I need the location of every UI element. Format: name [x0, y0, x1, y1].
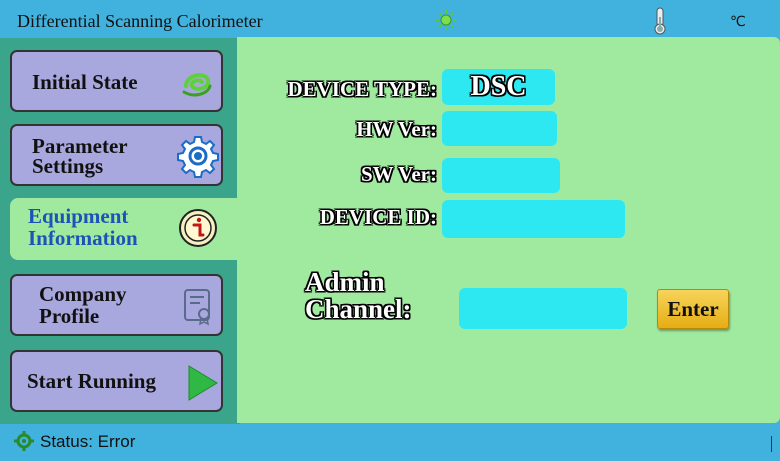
sidebar-item-label: Settings: [32, 154, 104, 178]
thermometer-icon: [654, 7, 666, 35]
gear-icon: [177, 136, 219, 178]
sidebar-item-label: Start Running: [27, 369, 156, 393]
sidebar-item-label: Company: [39, 282, 127, 306]
title-bar: Differential Scanning Calorimeter ℃: [0, 0, 780, 38]
sidebar-item-label: Information: [28, 226, 138, 250]
sidebar-item-company-profile[interactable]: Company Profile: [10, 274, 223, 336]
status-text: Status: Error: [40, 432, 136, 451]
device-id-field: [442, 200, 625, 238]
sw-version-field: [442, 158, 560, 193]
sidebar-item-label: Initial State: [32, 70, 138, 94]
device-type-field: DSC: [442, 69, 555, 105]
swirl-icon: [182, 73, 212, 97]
sidebar-item-parameter-settings[interactable]: Parameter Settings: [10, 124, 223, 186]
info-icon: [179, 209, 217, 247]
sun-icon: [436, 10, 456, 30]
admin-channel-label-line2: Channel:: [305, 294, 412, 324]
status-bar: Status: Error: [0, 424, 780, 461]
sidebar-item-initial-state[interactable]: Initial State: [10, 50, 223, 112]
device-type-value: DSC: [470, 71, 527, 102]
device-id-label: DEVICE ID:: [319, 205, 437, 229]
gear-icon: [14, 431, 34, 451]
hw-version-field: [442, 111, 557, 146]
equipment-info-panel: DEVICE TYPE: DSC HW Ver: SW Ver: DEVICE …: [237, 37, 780, 423]
play-icon: [188, 365, 218, 401]
enter-button[interactable]: Enter: [657, 289, 729, 329]
sidebar-item-label: Parameter: [32, 134, 128, 158]
admin-channel-input[interactable]: [459, 288, 627, 329]
sidebar-item-equipment-information[interactable]: Equipment Information: [10, 198, 240, 260]
sidebar-item-label: Equipment: [28, 204, 129, 228]
hw-version-label: HW Ver:: [356, 117, 437, 141]
app-title: Differential Scanning Calorimeter: [17, 11, 263, 31]
certificate-icon: [184, 289, 210, 326]
temperature-unit: ℃: [730, 14, 746, 30]
admin-channel-label-line1: Admin: [305, 267, 385, 297]
device-type-label: DEVICE TYPE:: [287, 77, 437, 101]
status-divider: [771, 436, 772, 452]
sw-version-label: SW Ver:: [360, 162, 437, 186]
sidebar-item-label: Profile: [39, 304, 100, 328]
sidebar-item-start-running[interactable]: Start Running: [10, 350, 223, 412]
